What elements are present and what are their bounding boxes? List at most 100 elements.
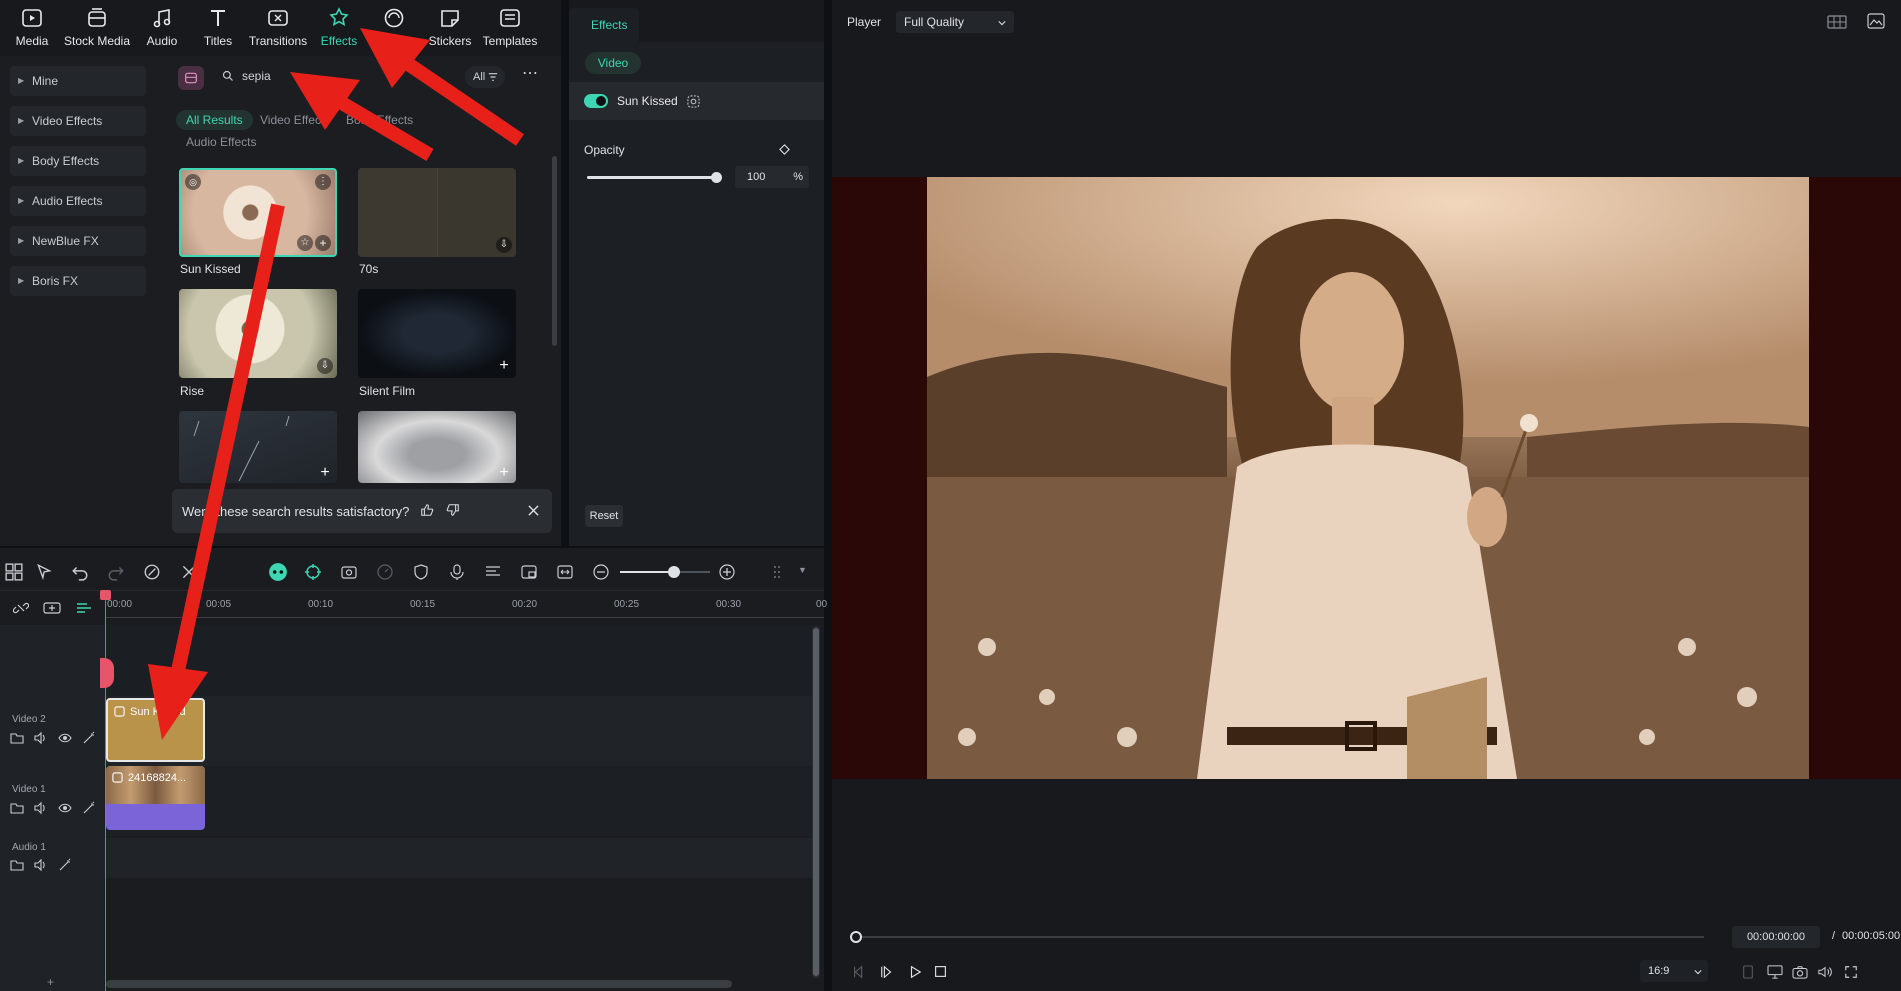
ai-edit-icon[interactable] (143, 563, 161, 581)
add-track-icon[interactable] (43, 601, 61, 615)
speaker-icon[interactable] (34, 858, 48, 872)
toolbar-filters-button[interactable]: Filters (364, 6, 424, 48)
stop-icon[interactable] (934, 965, 947, 978)
image-scope-icon[interactable] (1867, 13, 1885, 29)
effect-thumbnail-70s[interactable]: ⇩ (358, 168, 516, 257)
split-scissors-icon[interactable] (180, 563, 198, 581)
opacity-slider-handle[interactable] (711, 172, 722, 183)
effect-thumbnail-silent-film[interactable]: + (358, 289, 516, 378)
opacity-input[interactable]: 100 % (735, 166, 809, 188)
scrollbar-thumb[interactable] (813, 628, 819, 976)
unlink-icon[interactable] (13, 600, 29, 616)
playhead-marker[interactable] (100, 658, 114, 688)
close-icon[interactable] (528, 505, 539, 516)
eye-icon[interactable] (58, 731, 72, 745)
sidebar-item-boris-fx[interactable]: ▶ Boris FX (10, 266, 146, 296)
more-options-icon[interactable]: ⋯ (520, 66, 540, 87)
fit-timeline-icon[interactable] (556, 563, 574, 581)
previous-frame-icon[interactable] (852, 965, 866, 979)
microphone-icon[interactable] (448, 563, 466, 581)
next-frame-icon[interactable] (880, 965, 894, 979)
add-icon[interactable]: + (317, 465, 333, 481)
folder-icon[interactable] (10, 801, 24, 815)
tag-all-results[interactable]: All Results (176, 110, 253, 130)
download-icon[interactable]: ⇩ (317, 358, 333, 374)
tag-audio-effects[interactable]: Audio Effects (176, 132, 267, 152)
effect-enable-toggle[interactable] (584, 94, 608, 108)
zoom-slider-handle[interactable] (668, 566, 680, 578)
opacity-slider-track[interactable] (587, 172, 722, 183)
mask-icon[interactable] (687, 95, 700, 108)
search-field[interactable]: sepia (220, 64, 470, 90)
folder-icon[interactable] (10, 858, 24, 872)
reset-button[interactable]: Reset (585, 505, 623, 527)
subtitle-list-icon[interactable] (484, 563, 502, 581)
toolbar-effects-button[interactable]: Effects (309, 6, 369, 48)
search-input[interactable]: sepia (242, 69, 271, 83)
effect-thumbnail-scratches[interactable]: + (179, 411, 337, 483)
add-icon[interactable]: + (496, 358, 512, 374)
toolbar-audio-button[interactable]: Audio (132, 6, 192, 48)
keyframe-diamond-icon[interactable] (779, 144, 790, 155)
timeline-playhead[interactable] (105, 590, 106, 991)
ai-robot-icon[interactable] (268, 562, 288, 582)
eye-icon[interactable] (58, 801, 72, 815)
zoom-in-icon[interactable] (718, 563, 736, 581)
effect-thumbnail-rise[interactable]: ⇩ (179, 289, 337, 378)
volume-icon[interactable] (1817, 965, 1833, 979)
picture-in-picture-icon[interactable] (520, 563, 538, 581)
toolbar-templates-button[interactable]: Templates (479, 6, 541, 48)
render-preview-icon[interactable] (1742, 965, 1754, 979)
download-icon[interactable]: ⇩ (496, 237, 512, 253)
library-scrollbar[interactable] (552, 156, 557, 346)
sidebar-item-mine[interactable]: ▶ Mine (10, 66, 146, 96)
toolbar-transitions-button[interactable]: Transitions (247, 6, 309, 48)
magic-wand-icon[interactable] (82, 731, 96, 745)
tab-effects[interactable]: Effects (569, 8, 639, 42)
play-icon[interactable] (908, 965, 922, 979)
tag-video-effects[interactable]: Video Effects (250, 110, 340, 130)
track-layout-icon[interactable] (75, 601, 93, 615)
add-icon[interactable]: + (496, 465, 512, 481)
toolbar-media-button[interactable]: Media (2, 6, 62, 48)
current-time-display[interactable]: 00:00:00:00 (1732, 926, 1820, 948)
more-dropdown-caret[interactable]: ▼ (798, 565, 807, 575)
timeline-vertical-scrollbar[interactable] (812, 626, 820, 978)
layout-grid-icon[interactable] (5, 563, 23, 581)
shield-icon[interactable] (412, 563, 430, 581)
sidebar-item-video-effects[interactable]: ▶ Video Effects (10, 106, 146, 136)
magic-wand-icon[interactable] (82, 801, 96, 815)
aspect-ratio-dropdown[interactable]: 16:9 (1640, 960, 1708, 982)
grid-view-icon[interactable] (1827, 15, 1847, 29)
effect-thumbnail-sun-kissed[interactable]: ◎ ⋮ ☆ + (179, 168, 337, 257)
playhead-handle[interactable] (100, 590, 111, 600)
magic-wand-icon[interactable] (58, 858, 72, 872)
select-cursor-icon[interactable] (35, 563, 53, 581)
speed-icon[interactable] (376, 563, 394, 581)
video-clip[interactable]: 24168824... (106, 766, 205, 830)
thumbs-down-icon[interactable] (446, 503, 460, 517)
effect-thumbnail-sketch[interactable]: + (358, 411, 516, 483)
zoom-out-icon[interactable] (592, 563, 610, 581)
more-vertical-icon[interactable]: ⋮ (315, 174, 331, 190)
filter-dropdown[interactable]: All (465, 66, 505, 88)
ai-image-edit-icon[interactable] (340, 563, 358, 581)
tag-body-effects[interactable]: Body Effects (336, 110, 423, 130)
fullscreen-expand-icon[interactable] (1844, 965, 1858, 979)
favorite-star-icon[interactable]: ☆ (297, 235, 313, 251)
redo-icon[interactable] (107, 563, 125, 581)
snapshot-camera-icon[interactable] (1792, 965, 1808, 979)
display-monitor-icon[interactable] (1767, 965, 1783, 979)
toolbar-stock-media-button[interactable]: Stock Media (63, 6, 131, 48)
ai-search-toggle[interactable] (178, 66, 204, 90)
folder-icon[interactable] (10, 731, 24, 745)
toolbar-titles-button[interactable]: Titles (188, 6, 248, 48)
playback-scrubber[interactable] (850, 931, 862, 943)
undo-icon[interactable] (71, 563, 89, 581)
speaker-icon[interactable] (34, 801, 48, 815)
quality-dropdown[interactable]: Full Quality (896, 11, 1014, 33)
tab-video[interactable]: Video (585, 52, 641, 74)
thumbs-up-icon[interactable] (420, 503, 434, 517)
timeline-horizontal-scrollbar[interactable] (106, 980, 732, 988)
sidebar-item-newblue-fx[interactable]: ▶ NewBlue FX (10, 226, 146, 256)
